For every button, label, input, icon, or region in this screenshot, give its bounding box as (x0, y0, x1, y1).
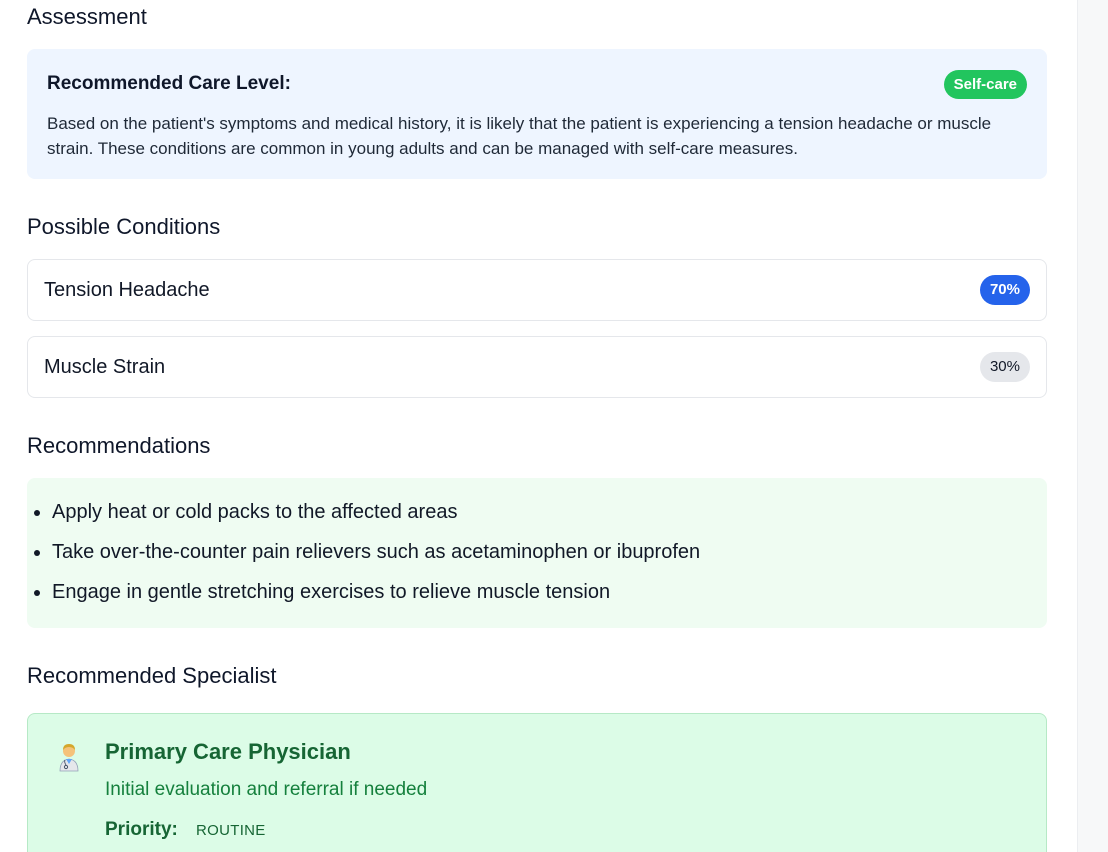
care-level-card: Recommended Care Level: Self-care Based … (27, 49, 1047, 179)
recommendation-item: Apply heat or cold packs to the affected… (52, 492, 1047, 532)
recommendations-card: Apply heat or cold packs to the affected… (27, 478, 1047, 628)
care-level-text: Based on the patient's symptoms and medi… (47, 114, 992, 158)
priority-label: Priority: (105, 819, 178, 840)
recommendations-list: Apply heat or cold packs to the affected… (52, 492, 1047, 612)
condition-item: Muscle Strain 30% (27, 336, 1047, 398)
doctor-icon (54, 740, 84, 772)
recommendation-item: Take over-the-counter pain relievers suc… (52, 532, 1047, 572)
probability-badge: 30% (979, 352, 1030, 382)
assessment-heading: Assessment (27, 4, 147, 29)
specialist-title: Primary Care Physician (105, 739, 351, 764)
care-level-badge: Self-care (943, 70, 1027, 99)
condition-name: Tension Headache (44, 279, 210, 301)
condition-name: Muscle Strain (44, 356, 166, 378)
priority-value: ROUTINE (196, 822, 266, 839)
care-level-label: Recommended Care Level: (47, 73, 291, 94)
specialist-card: Primary Care Physician Initial evaluatio… (27, 713, 1047, 852)
recommendation-item: Engage in gentle stretching exercises to… (52, 572, 1047, 612)
specialist-description: Initial evaluation and referral if neede… (105, 779, 428, 800)
condition-item: Tension Headache 70% (27, 259, 1047, 321)
specialist-heading: Recommended Specialist (27, 663, 277, 688)
probability-badge: 70% (979, 275, 1030, 305)
scrollbar-track[interactable] (1077, 0, 1108, 852)
recommendations-heading: Recommendations (27, 433, 211, 458)
conditions-heading: Possible Conditions (27, 214, 221, 239)
